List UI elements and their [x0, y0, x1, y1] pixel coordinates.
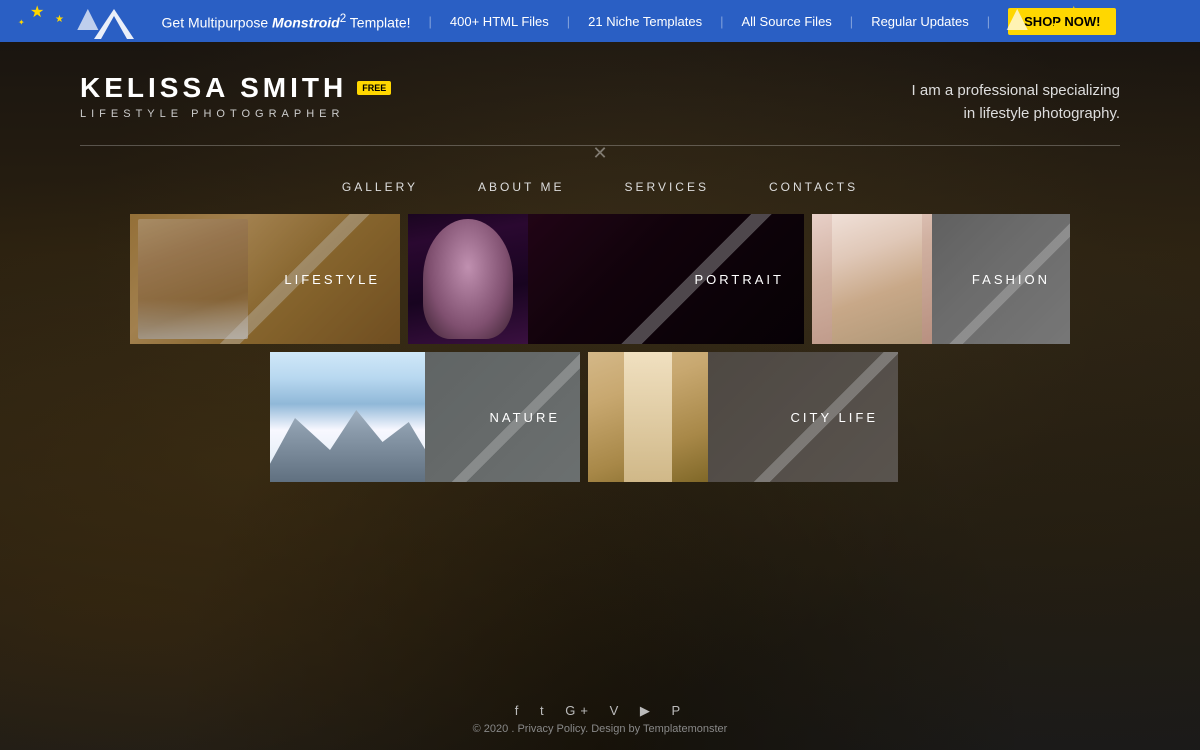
nav-services[interactable]: SERVICES — [625, 180, 709, 194]
gallery-item-fashion[interactable]: FASHION — [932, 214, 1070, 344]
vimeo-icon[interactable]: V — [610, 703, 624, 718]
fashion-label: FASHION — [972, 272, 1050, 287]
gallery-item-city[interactable]: CITY LIFE — [708, 352, 898, 482]
gallery-row-2: NATURE CITY LIFE — [270, 352, 1070, 482]
fashion-group: FASHION — [812, 214, 1070, 344]
nav-about[interactable]: ABOUT ME — [478, 180, 564, 194]
nature-bg — [270, 352, 425, 482]
lifestyle-label: LIFESTYLE — [284, 272, 380, 287]
star-decoration: ★ — [30, 2, 44, 22]
html-files-link[interactable]: 400+ HTML Files — [450, 14, 549, 29]
fashion-figure — [812, 214, 932, 344]
separator: | — [429, 14, 432, 29]
googleplus-icon[interactable]: G+ — [565, 703, 593, 718]
portrait-group: PORTRAIT — [408, 214, 804, 344]
free-badge: FREE — [357, 81, 391, 95]
social-icons: f t G+ V ▶ P — [15, 703, 1185, 719]
nav-gallery[interactable]: GALLERY — [342, 180, 418, 194]
site-title-block: KELISSA SMITH FREE LIFESTYLE PHOTOGRAPHE… — [80, 72, 391, 120]
gallery-item-nature[interactable]: NATURE — [425, 352, 580, 482]
gallery-label-area: CITY LIFE — [708, 352, 898, 482]
fashion-photo[interactable] — [812, 214, 932, 344]
gallery-label-area: FASHION — [932, 214, 1070, 344]
site-tagline: LIFESTYLE PHOTOGRAPHER — [80, 108, 391, 120]
city-group: CITY LIFE — [588, 352, 898, 482]
niche-templates-link[interactable]: 21 Niche Templates — [588, 14, 702, 29]
twitter-icon[interactable]: t — [540, 703, 549, 718]
separator: | — [567, 14, 570, 29]
separator: | — [850, 14, 853, 29]
footer-copyright: © 2020 . Privacy Policy. Design by Templ… — [15, 723, 1185, 735]
main-navigation: GALLERY ABOUT ME SERVICES CONTACTS — [0, 162, 1200, 214]
nature-figure — [270, 352, 425, 482]
main-content: KELISSA SMITH FREE LIFESTYLE PHOTOGRAPHE… — [0, 42, 1200, 750]
city-label: CITY LIFE — [791, 410, 878, 425]
nature-label: NATURE — [490, 410, 560, 425]
top-banner: ★ ★ ✦ ★ ✦ ★ ▲ ▲ Get Multipurpose Monstro… — [0, 0, 1200, 42]
youtube-icon[interactable]: ▶ — [640, 703, 655, 718]
nav-contacts[interactable]: CONTACTS — [769, 180, 858, 194]
gallery-label-area: NATURE — [425, 352, 580, 482]
facebook-icon[interactable]: f — [515, 703, 524, 718]
divider-icon: ✕ — [0, 144, 1200, 162]
city-photo[interactable] — [588, 352, 708, 482]
regular-updates-link[interactable]: Regular Updates — [871, 14, 969, 29]
gallery-label-area: LIFESTYLE — [130, 214, 400, 344]
city-bg — [588, 352, 708, 482]
pinterest-icon[interactable]: P — [672, 703, 686, 718]
shop-now-button[interactable]: SHOP NOW! — [1008, 8, 1116, 35]
logo-icon — [84, 0, 144, 42]
gallery-item-lifestyle[interactable]: LIFESTYLE — [130, 214, 400, 344]
nature-photo[interactable] — [270, 352, 425, 482]
site-description: I am a professional specializing in life… — [912, 80, 1120, 125]
portrait-label: PORTRAIT — [695, 272, 785, 287]
separator: | — [720, 14, 723, 29]
portrait-figure — [408, 214, 528, 344]
banner-text: Get Multipurpose Monstroid2 Template! — [162, 12, 411, 31]
site-header: KELISSA SMITH FREE LIFESTYLE PHOTOGRAPHE… — [0, 42, 1200, 125]
portrait-bg — [408, 214, 528, 344]
gallery-section: LIFESTYLE PORTRAIT — [0, 214, 1200, 482]
star-decoration: ★ — [55, 14, 64, 25]
nature-group: NATURE — [270, 352, 580, 482]
gallery-row-1: LIFESTYLE PORTRAIT — [130, 214, 1070, 344]
site-name: KELISSA SMITH FREE — [80, 72, 391, 104]
site-footer: f t G+ V ▶ P © 2020 . Privacy Policy. De… — [0, 688, 1200, 750]
gallery-item-portrait[interactable]: PORTRAIT — [528, 214, 804, 344]
city-figure — [588, 352, 708, 482]
fashion-bg — [812, 214, 932, 344]
source-files-link[interactable]: All Source Files — [741, 14, 831, 29]
portrait-photo[interactable] — [408, 214, 528, 344]
gallery-label-area: PORTRAIT — [528, 214, 804, 344]
star-decoration: ✦ — [18, 18, 25, 27]
separator: | — [987, 14, 990, 29]
